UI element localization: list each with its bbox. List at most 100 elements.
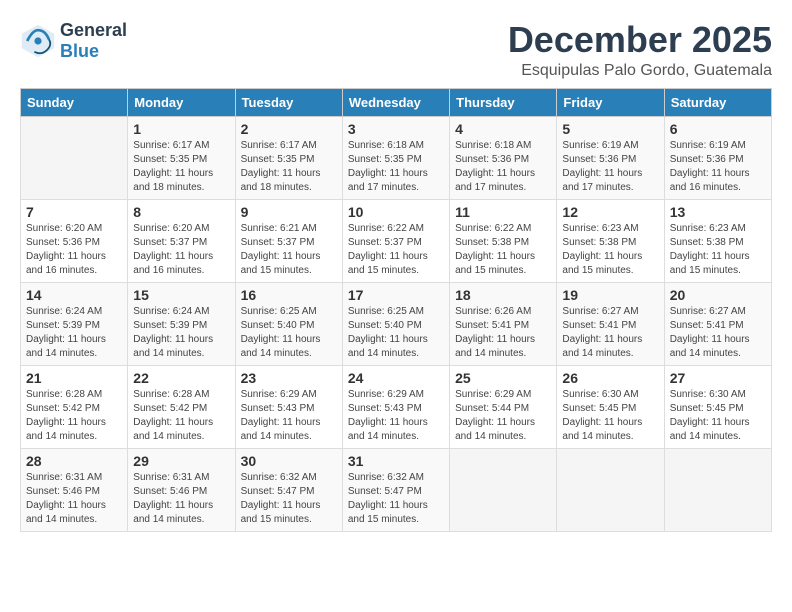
day-info: Sunrise: 6:18 AMSunset: 5:36 PMDaylight:… (455, 139, 551, 195)
logo-blue: Blue (60, 41, 99, 61)
day-info: Sunrise: 6:17 AMSunset: 5:35 PMDaylight:… (133, 139, 229, 195)
day-number: 20 (670, 287, 766, 303)
calendar-cell: 5 Sunrise: 6:19 AMSunset: 5:36 PMDaylight… (557, 116, 664, 199)
day-info: Sunrise: 6:25 AMSunset: 5:40 PMDaylight:… (241, 305, 337, 361)
day-number: 7 (26, 204, 122, 220)
day-info: Sunrise: 6:22 AMSunset: 5:38 PMDaylight:… (455, 222, 551, 278)
day-info: Sunrise: 6:24 AMSunset: 5:39 PMDaylight:… (133, 305, 229, 361)
calendar-cell: 16 Sunrise: 6:25 AMSunset: 5:40 PMDayligh… (235, 282, 342, 365)
calendar-cell: 10Sunrise: 6:22 AMSunset: 5:37 PMDayligh… (342, 199, 449, 282)
calendar-cell: 17 Sunrise: 6:25 AMSunset: 5:40 PMDayligh… (342, 282, 449, 365)
day-number: 3 (348, 121, 444, 137)
day-number: 16 (241, 287, 337, 303)
weekday-header-friday: Friday (557, 88, 664, 116)
weekday-header-thursday: Thursday (450, 88, 557, 116)
calendar-cell (450, 448, 557, 531)
day-number: 18 (455, 287, 551, 303)
calendar-cell: 9Sunrise: 6:21 AMSunset: 5:37 PMDaylight… (235, 199, 342, 282)
day-number: 21 (26, 370, 122, 386)
calendar-cell: 22 Sunrise: 6:28 AMSunset: 5:42 PMDayligh… (128, 365, 235, 448)
day-info: Sunrise: 6:32 AMSunset: 5:47 PMDaylight:… (348, 471, 444, 527)
day-number: 22 (133, 370, 229, 386)
day-info: Sunrise: 6:32 AMSunset: 5:47 PMDaylight:… (241, 471, 337, 527)
calendar-header-row: SundayMondayTuesdayWednesdayThursdayFrid… (21, 88, 772, 116)
logo-text: General Blue (60, 20, 127, 62)
day-info: Sunrise: 6:20 AMSunset: 5:37 PMDaylight:… (133, 222, 229, 278)
day-info: Sunrise: 6:23 AMSunset: 5:38 PMDaylight:… (562, 222, 658, 278)
calendar-cell: 26Sunrise: 6:30 AMSunset: 5:45 PMDayligh… (557, 365, 664, 448)
day-info: Sunrise: 6:21 AMSunset: 5:37 PMDaylight:… (241, 222, 337, 278)
day-number: 4 (455, 121, 551, 137)
calendar-cell: 19 Sunrise: 6:27 AMSunset: 5:41 PMDayligh… (557, 282, 664, 365)
day-info: Sunrise: 6:27 AMSunset: 5:41 PMDaylight:… (670, 305, 766, 361)
calendar-week-row: 7 Sunrise: 6:20 AMSunset: 5:36 PMDaylight… (21, 199, 772, 282)
day-number: 31 (348, 453, 444, 469)
weekday-header-monday: Monday (128, 88, 235, 116)
day-number: 13 (670, 204, 766, 220)
calendar-cell: 30Sunrise: 6:32 AMSunset: 5:47 PMDayligh… (235, 448, 342, 531)
calendar-cell (21, 116, 128, 199)
calendar-cell: 23Sunrise: 6:29 AMSunset: 5:43 PMDayligh… (235, 365, 342, 448)
day-number: 6 (670, 121, 766, 137)
calendar-cell: 6 Sunrise: 6:19 AMSunset: 5:36 PMDaylight… (664, 116, 771, 199)
day-info: Sunrise: 6:31 AMSunset: 5:46 PMDaylight:… (133, 471, 229, 527)
day-info: Sunrise: 6:29 AMSunset: 5:43 PMDaylight:… (348, 388, 444, 444)
calendar-cell (664, 448, 771, 531)
calendar-week-row: 28 Sunrise: 6:31 AMSunset: 5:46 PMDayligh… (21, 448, 772, 531)
day-info: Sunrise: 6:19 AMSunset: 5:36 PMDaylight:… (562, 139, 658, 195)
day-number: 25 (455, 370, 551, 386)
day-info: Sunrise: 6:28 AMSunset: 5:42 PMDaylight:… (133, 388, 229, 444)
calendar-cell: 2Sunrise: 6:17 AMSunset: 5:35 PMDaylight… (235, 116, 342, 199)
day-number: 27 (670, 370, 766, 386)
day-info: Sunrise: 6:23 AMSunset: 5:38 PMDaylight:… (670, 222, 766, 278)
location-title: Esquipulas Palo Gordo, Guatemala (508, 62, 772, 80)
title-block: December 2025 Esquipulas Palo Gordo, Gua… (508, 20, 772, 80)
calendar-cell: 11 Sunrise: 6:22 AMSunset: 5:38 PMDayligh… (450, 199, 557, 282)
day-number: 2 (241, 121, 337, 137)
calendar-week-row: 1 Sunrise: 6:17 AMSunset: 5:35 PMDaylight… (21, 116, 772, 199)
logo-general: General (60, 20, 127, 40)
calendar-cell: 1 Sunrise: 6:17 AMSunset: 5:35 PMDaylight… (128, 116, 235, 199)
day-info: Sunrise: 6:28 AMSunset: 5:42 PMDaylight:… (26, 388, 122, 444)
day-info: Sunrise: 6:31 AMSunset: 5:46 PMDaylight:… (26, 471, 122, 527)
day-info: Sunrise: 6:18 AMSunset: 5:35 PMDaylight:… (348, 139, 444, 195)
day-number: 17 (348, 287, 444, 303)
day-info: Sunrise: 6:19 AMSunset: 5:36 PMDaylight:… (670, 139, 766, 195)
calendar-cell: 20 Sunrise: 6:27 AMSunset: 5:41 PMDayligh… (664, 282, 771, 365)
calendar-cell: 25Sunrise: 6:29 AMSunset: 5:44 PMDayligh… (450, 365, 557, 448)
day-number: 8 (133, 204, 229, 220)
calendar-week-row: 21 Sunrise: 6:28 AMSunset: 5:42 PMDayligh… (21, 365, 772, 448)
day-number: 1 (133, 121, 229, 137)
weekday-header-saturday: Saturday (664, 88, 771, 116)
day-number: 5 (562, 121, 658, 137)
day-number: 14 (26, 287, 122, 303)
day-info: Sunrise: 6:24 AMSunset: 5:39 PMDaylight:… (26, 305, 122, 361)
calendar-cell (557, 448, 664, 531)
logo: General Blue (20, 20, 127, 62)
calendar-cell: 7 Sunrise: 6:20 AMSunset: 5:36 PMDaylight… (21, 199, 128, 282)
day-number: 24 (348, 370, 444, 386)
calendar-cell: 28 Sunrise: 6:31 AMSunset: 5:46 PMDayligh… (21, 448, 128, 531)
day-info: Sunrise: 6:25 AMSunset: 5:40 PMDaylight:… (348, 305, 444, 361)
calendar-cell: 4 Sunrise: 6:18 AMSunset: 5:36 PMDaylight… (450, 116, 557, 199)
day-info: Sunrise: 6:27 AMSunset: 5:41 PMDaylight:… (562, 305, 658, 361)
day-number: 28 (26, 453, 122, 469)
calendar-cell: 18Sunrise: 6:26 AMSunset: 5:41 PMDayligh… (450, 282, 557, 365)
weekday-header-wednesday: Wednesday (342, 88, 449, 116)
day-number: 10 (348, 204, 444, 220)
day-number: 29 (133, 453, 229, 469)
calendar-cell: 13 Sunrise: 6:23 AMSunset: 5:38 PMDayligh… (664, 199, 771, 282)
calendar-week-row: 14 Sunrise: 6:24 AMSunset: 5:39 PMDayligh… (21, 282, 772, 365)
day-number: 23 (241, 370, 337, 386)
weekday-header-tuesday: Tuesday (235, 88, 342, 116)
day-number: 19 (562, 287, 658, 303)
day-number: 15 (133, 287, 229, 303)
day-info: Sunrise: 6:20 AMSunset: 5:36 PMDaylight:… (26, 222, 122, 278)
calendar-table: SundayMondayTuesdayWednesdayThursdayFrid… (20, 88, 772, 532)
calendar-cell: 15 Sunrise: 6:24 AMSunset: 5:39 PMDayligh… (128, 282, 235, 365)
day-number: 11 (455, 204, 551, 220)
calendar-cell: 8 Sunrise: 6:20 AMSunset: 5:37 PMDaylight… (128, 199, 235, 282)
logo-icon (20, 23, 56, 59)
day-info: Sunrise: 6:30 AMSunset: 5:45 PMDaylight:… (670, 388, 766, 444)
calendar-cell: 14 Sunrise: 6:24 AMSunset: 5:39 PMDayligh… (21, 282, 128, 365)
